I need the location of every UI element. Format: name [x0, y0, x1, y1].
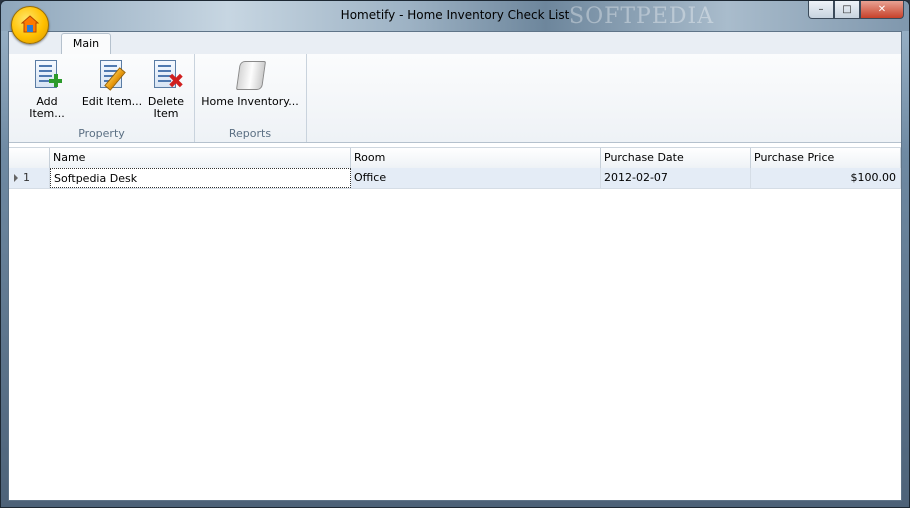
delete-item-label: Delete Item — [147, 95, 185, 120]
edit-item-button[interactable]: Edit Item... — [81, 58, 143, 108]
maximize-button[interactable]: □ — [834, 1, 860, 19]
close-button[interactable]: ✕ — [860, 1, 904, 19]
grid-header: Name Room Purchase Date Purchase Price — [9, 147, 901, 169]
add-document-icon — [30, 58, 64, 92]
cell-purchase-date[interactable]: 2012-02-07 — [601, 168, 751, 188]
ribbon: Add Item... Edit Item... Delete Item Pro… — [9, 54, 901, 143]
home-inventory-report-button[interactable]: Home Inventory... — [200, 58, 300, 108]
softpedia-watermark: SOFTPEDIA — [569, 4, 715, 29]
tab-main[interactable]: Main — [61, 33, 111, 55]
app-logo-icon[interactable] — [11, 6, 49, 44]
cell-name[interactable]: Softpedia Desk — [50, 168, 351, 188]
add-item-button[interactable]: Add Item... — [17, 58, 77, 120]
group-label-reports: Reports — [228, 127, 272, 140]
app-window: Hometify - Home Inventory Check List SOF… — [0, 0, 910, 508]
row-header[interactable]: 1 — [9, 168, 50, 188]
home-inventory-label: Home Inventory... — [201, 95, 299, 108]
delete-document-icon — [149, 58, 183, 92]
cell-room[interactable]: Office — [351, 168, 601, 188]
row-header-column[interactable] — [9, 148, 50, 168]
group-label-property: Property — [78, 127, 125, 140]
ribbon-tab-strip: Main — [9, 32, 901, 55]
client-area: Main Add Item... Edit Item... Delete Ite… — [8, 31, 902, 501]
column-header-room[interactable]: Room — [351, 148, 601, 168]
scroll-report-icon — [233, 58, 267, 92]
column-header-purchase-date[interactable]: Purchase Date — [601, 148, 751, 168]
ribbon-group-property: Add Item... Edit Item... Delete Item Pro… — [9, 54, 195, 142]
current-row-indicator-icon — [14, 174, 18, 182]
title-bar[interactable]: Hometify - Home Inventory Check List SOF… — [1, 1, 909, 31]
column-header-name[interactable]: Name — [50, 148, 351, 168]
add-item-label: Add Item... — [29, 95, 65, 120]
column-header-purchase-price[interactable]: Purchase Price — [751, 148, 901, 168]
window-title: Hometify - Home Inventory Check List — [340, 8, 570, 22]
cell-purchase-price[interactable]: $100.00 — [751, 168, 901, 188]
inventory-grid[interactable]: Name Room Purchase Date Purchase Price 1… — [9, 143, 901, 500]
minimize-button[interactable]: – — [808, 1, 834, 19]
edit-item-label: Edit Item... — [81, 95, 143, 108]
delete-item-button[interactable]: Delete Item — [144, 58, 188, 120]
ribbon-group-reports: Home Inventory... Reports — [194, 54, 307, 142]
edit-document-icon — [95, 58, 129, 92]
row-number: 1 — [23, 171, 30, 184]
table-row[interactable]: 1 Softpedia Desk Office 2012-02-07 $100.… — [9, 168, 901, 189]
house-icon — [21, 15, 39, 33]
window-controls: – □ ✕ — [808, 1, 904, 19]
